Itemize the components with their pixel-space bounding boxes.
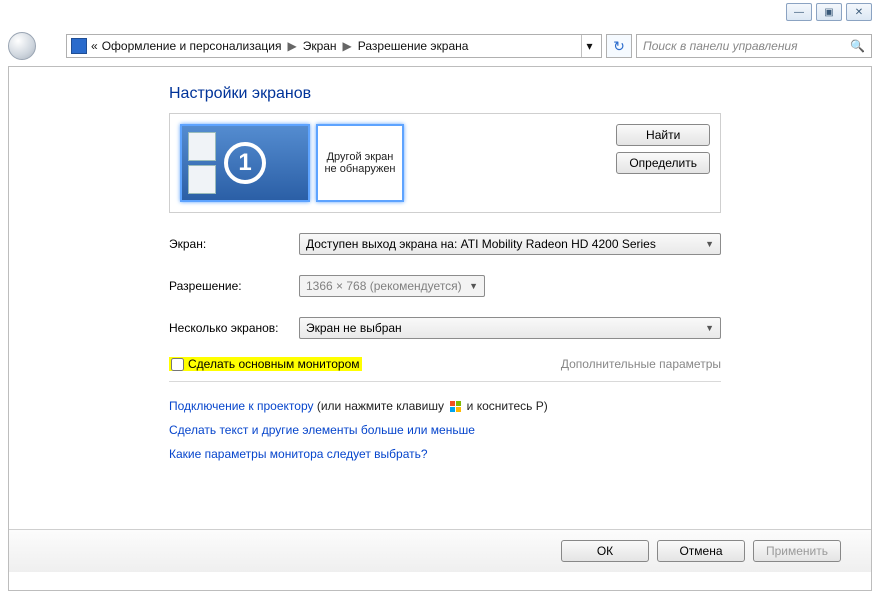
search-input[interactable]: Поиск в панели управления 🔍 [636,34,872,58]
screen-label: Экран: [169,237,299,251]
search-placeholder: Поиск в панели управления [643,39,798,53]
chevron-down-icon: ▼ [469,281,478,291]
refresh-button[interactable]: ↻ [606,34,632,58]
projector-hint-b: и коснитесь P) [463,399,547,413]
content-panel: Настройки экранов 1 Другой экран не обна… [8,66,872,591]
cancel-button[interactable]: Отмена [657,540,745,562]
text-size-link[interactable]: Сделать текст и другие элементы больше и… [169,423,475,437]
monitor-preview: 1 Другой экран не обнаружен Найти Опреде… [169,113,721,213]
primary-monitor-checkbox-text: Сделать основным монитором [188,357,360,371]
control-panel-icon [71,38,87,54]
windows-key-icon [449,401,461,413]
multiple-value: Экран не выбран [306,321,402,335]
breadcrumb-dropdown[interactable]: ▾ [581,35,597,57]
find-button[interactable]: Найти [616,124,710,146]
resolution-label: Разрешение: [169,279,299,293]
monitor-other[interactable]: Другой экран не обнаружен [316,124,404,202]
search-icon: 🔍 [850,39,865,53]
breadcrumb-item-2[interactable]: Экран [303,39,337,53]
monitors: 1 Другой экран не обнаружен [180,124,404,202]
identify-button[interactable]: Определить [616,152,710,174]
preview-thumbnails [188,132,216,194]
projector-hint-a: (или нажмите клавишу [314,399,448,413]
primary-monitor-checkbox-label[interactable]: Сделать основным монитором [169,357,362,371]
preview-side-buttons: Найти Определить [616,124,710,174]
screen-value: Доступен выход экрана на: ATI Mobility R… [306,237,656,251]
close-button[interactable]: ✕ [846,3,872,21]
projector-link[interactable]: Подключение к проектору [169,399,314,413]
window: — ▣ ✕ « Оформление и персонализация ▶ Эк… [0,0,880,599]
chevron-down-icon: ▼ [705,323,714,333]
advanced-settings-link[interactable]: Дополнительные параметры [561,357,721,371]
minimize-button[interactable]: — [786,3,812,21]
help-links: Подключение к проектору (или нажмите кла… [169,394,721,466]
breadcrumb-prefix: « [91,39,98,53]
chevron-down-icon: ▼ [705,239,714,249]
which-settings-link[interactable]: Какие параметры монитора следует выбрать… [169,447,428,461]
primary-monitor-checkbox[interactable] [171,358,184,371]
resolution-value: 1366 × 768 (рекомендуется) [306,279,462,293]
breadcrumb-item-3[interactable]: Разрешение экрана [358,39,469,53]
toolbar: « Оформление и персонализация ▶ Экран ▶ … [8,32,872,60]
multiple-label: Несколько экранов: [169,321,299,335]
footer-bar: ОК Отмена Применить [9,529,871,572]
resolution-dropdown[interactable]: 1366 × 768 (рекомендуется) ▼ [299,275,485,297]
maximize-button[interactable]: ▣ [816,3,842,21]
window-controls: — ▣ ✕ [786,3,872,21]
refresh-icon: ↻ [613,38,625,55]
breadcrumb[interactable]: « Оформление и персонализация ▶ Экран ▶ … [66,34,602,58]
divider [169,381,721,382]
nav-back-button[interactable] [8,32,36,60]
breadcrumb-item-1[interactable]: Оформление и персонализация [102,39,282,53]
monitor-number: 1 [224,142,266,184]
page-title: Настройки экранов [169,85,721,103]
apply-button[interactable]: Применить [753,540,841,562]
multiple-dropdown[interactable]: Экран не выбран ▼ [299,317,721,339]
chevron-right-icon: ▶ [287,39,296,53]
chevron-down-icon: ▾ [586,39,592,53]
screen-dropdown[interactable]: Доступен выход экрана на: ATI Mobility R… [299,233,721,255]
nav-buttons [8,32,62,60]
monitor-primary[interactable]: 1 [180,124,310,202]
ok-button[interactable]: ОК [561,540,649,562]
chevron-right-icon: ▶ [343,39,352,53]
